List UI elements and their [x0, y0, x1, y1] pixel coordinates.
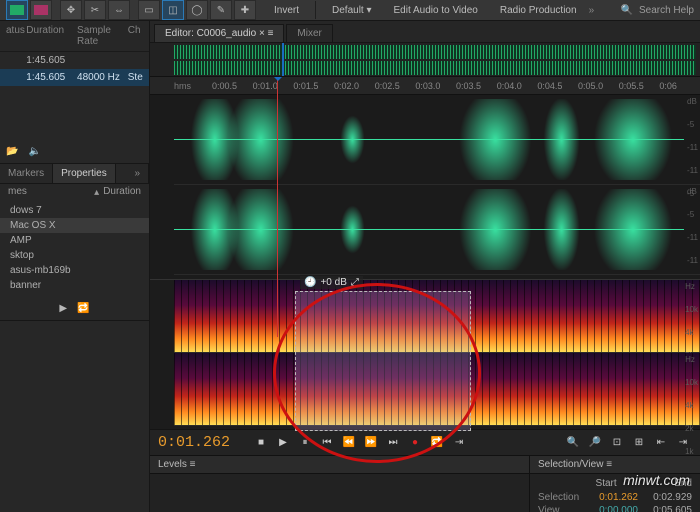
slip-tool[interactable]: ⇔: [108, 0, 130, 20]
waveform-display[interactable]: dB-5-11-11-5 dB-5-11-11-5: [150, 95, 700, 279]
workspace-menu[interactable]: Default ▾: [322, 5, 382, 16]
list-item[interactable]: sktop: [0, 248, 149, 263]
loop-button[interactable]: 🔁: [428, 434, 446, 452]
zoom-full-icon[interactable]: ⊡: [608, 434, 626, 452]
lasso-tool[interactable]: ◯: [186, 0, 208, 20]
stop-button[interactable]: ■: [252, 434, 270, 452]
skip-selection-button[interactable]: ⇥: [450, 434, 468, 452]
spectral-selection[interactable]: 🕘+0 dB⤢: [295, 291, 471, 431]
selection-start[interactable]: 0:01.262: [592, 492, 638, 503]
markers-tab[interactable]: Markers: [0, 164, 53, 183]
edit-audio-to-video-workspace[interactable]: Edit Audio to Video: [384, 5, 488, 16]
forward-button[interactable]: ⏩: [362, 434, 380, 452]
radio-production-workspace[interactable]: Radio Production: [490, 5, 587, 16]
list-item[interactable]: AMP: [0, 233, 149, 248]
selection-end[interactable]: 0:02.929: [646, 492, 692, 503]
watermark: minwt.com: [623, 472, 690, 488]
speaker-icon[interactable]: 🔈: [28, 146, 40, 157]
col-duration2[interactable]: Duration: [99, 186, 141, 197]
col-status[interactable]: atus: [6, 25, 26, 47]
play-button[interactable]: ▶: [274, 434, 292, 452]
time-select-tool[interactable]: ▭: [138, 0, 160, 20]
spectral-view-toggle[interactable]: [30, 0, 52, 20]
file-row[interactable]: 1:45.605: [0, 52, 149, 69]
view-end[interactable]: 0:05.605: [646, 505, 692, 512]
list-item[interactable]: asus-mb169b: [0, 263, 149, 278]
top-toolbar: ✥ ✂ ⇔ ▭ ◫ ◯ ✎ ✚ Invert Default ▾ Edit Au…: [0, 0, 700, 21]
pause-button[interactable]: ⏸: [296, 434, 314, 452]
loop-icon[interactable]: 🔁: [77, 303, 89, 314]
view-start[interactable]: 0:00.000: [592, 505, 638, 512]
zoom-in-icon[interactable]: 🔍: [564, 434, 582, 452]
razor-tool[interactable]: ✂: [84, 0, 106, 20]
sort-indicator: ▴: [94, 187, 99, 198]
expand-icon[interactable]: ⤢: [351, 277, 359, 288]
waveform-view-toggle[interactable]: [6, 0, 28, 20]
open-folder-icon[interactable]: 📂: [6, 146, 18, 157]
file-row[interactable]: 1:45.605 48000 Hz Ste: [0, 69, 149, 86]
marquee-tool[interactable]: ◫: [162, 0, 184, 20]
levels-tab[interactable]: Levels ≡: [150, 456, 529, 474]
col-name[interactable]: mes: [8, 186, 28, 197]
search-icon: 🔍: [621, 5, 633, 16]
selection-row: Selection: [538, 492, 584, 503]
zoom-out-icon[interactable]: 🔎: [586, 434, 604, 452]
go-to-end-button[interactable]: ⏭: [384, 434, 402, 452]
invert-button[interactable]: Invert: [264, 5, 309, 16]
col-duration[interactable]: Duration: [26, 25, 77, 47]
playhead[interactable]: [277, 77, 278, 337]
mixer-tab[interactable]: Mixer: [286, 24, 332, 42]
col-samplerate[interactable]: Sample Rate: [77, 25, 128, 47]
list-item[interactable]: Mac OS X: [0, 218, 149, 233]
timecode-display[interactable]: 0:01.262: [158, 434, 230, 451]
files-panel: atus Duration Sample Rate Ch 1:45.605 1:…: [0, 21, 149, 164]
editor-tab[interactable]: Editor: C0006_audio × ≡: [154, 24, 284, 42]
search-input[interactable]: Search Help: [639, 5, 694, 16]
overview-strip[interactable]: [150, 43, 700, 77]
list-item[interactable]: dows 7: [0, 203, 149, 218]
properties-tab[interactable]: Properties: [53, 164, 116, 183]
go-to-start-button[interactable]: ⏮: [318, 434, 336, 452]
clock-icon: 🕘: [304, 277, 316, 288]
brush-tool[interactable]: ✎: [210, 0, 232, 20]
record-button[interactable]: ●: [406, 434, 424, 452]
zoom-in-start-icon[interactable]: ⇤: [652, 434, 670, 452]
overview-playhead[interactable]: [282, 43, 284, 76]
move-tool[interactable]: ✥: [60, 0, 82, 20]
levels-meter: dB-57-54-51-48-45-42-39-36-33-30-27-24-2…: [156, 480, 523, 512]
heal-tool[interactable]: ✚: [234, 0, 256, 20]
time-ruler[interactable]: hms 0:00.5 0:01.0 0:01.5 0:02.0 0:02.5 0…: [150, 77, 700, 95]
play-icon[interactable]: ▶: [59, 303, 67, 314]
col-channels[interactable]: Ch: [128, 25, 143, 47]
zoom-select-icon[interactable]: ⊞: [630, 434, 648, 452]
transport-bar: 0:01.262 ■ ▶ ⏸ ⏮ ⏪ ⏩ ⏭ ● 🔁 ⇥ 🔍 🔎 ⊡ ⊞ ⇤ ⇥: [150, 429, 700, 455]
rewind-button[interactable]: ⏪: [340, 434, 358, 452]
view-row: View: [538, 505, 584, 512]
list-item[interactable]: banner: [0, 278, 149, 293]
